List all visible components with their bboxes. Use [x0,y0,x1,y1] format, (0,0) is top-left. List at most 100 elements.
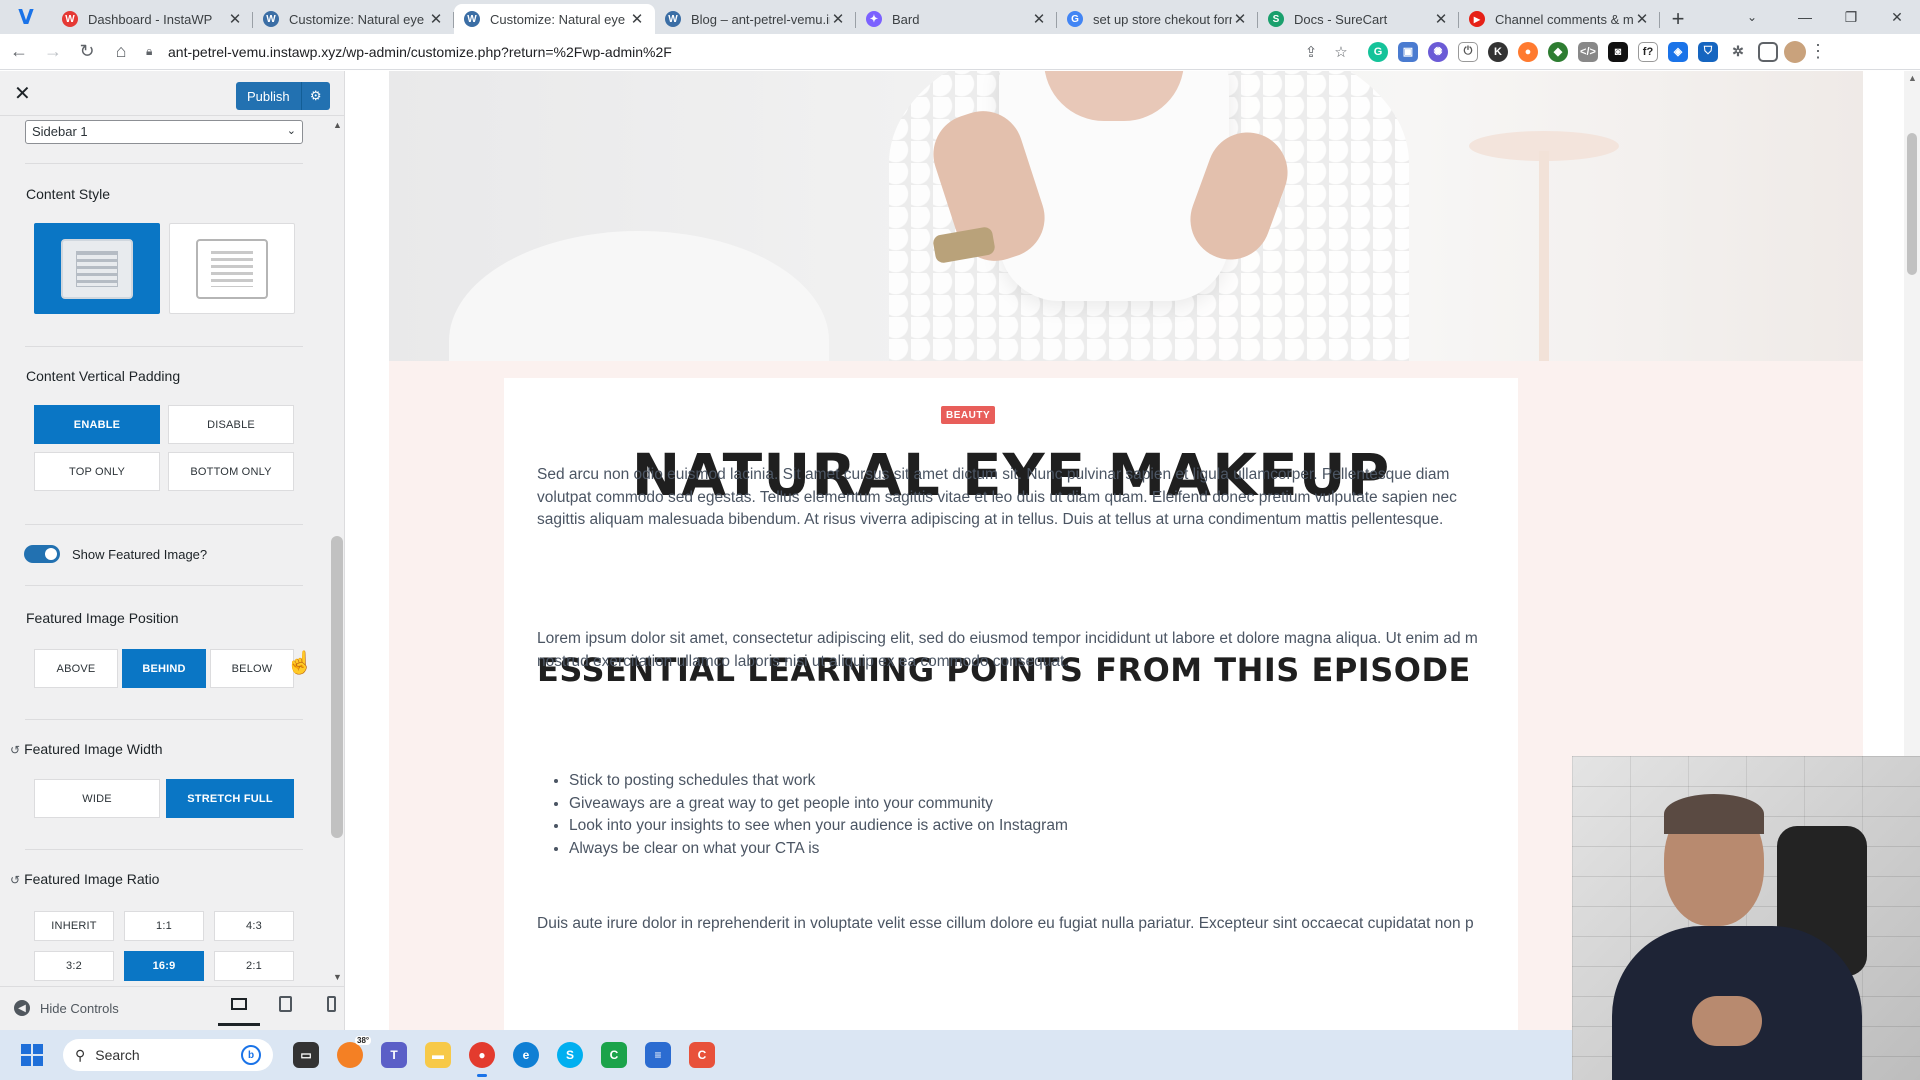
tab-close-icon[interactable]: ✕ [830,10,846,28]
home-icon[interactable]: ⌂ [106,37,136,67]
tab-close-icon[interactable]: ✕ [1031,10,1047,28]
extension-icon[interactable]: ✺ [1428,41,1448,62]
tab-title: Docs - SureCart [1294,11,1388,27]
tab-close-icon[interactable]: ✕ [1433,10,1449,28]
file-explorer-icon[interactable]: ▬ [425,1042,451,1068]
show-featured-image-toggle[interactable] [24,545,60,563]
padding-top-only-button[interactable]: TOP ONLY [34,452,160,491]
browser-tab[interactable]: G set up store chekout form ✕ [1057,4,1258,34]
position-behind-button[interactable]: BEHIND [122,649,206,688]
ratio-3-2-button[interactable]: 3:2 [34,951,114,981]
camtasia-icon[interactable]: C [601,1042,627,1068]
scroll-up-icon[interactable]: ▲ [333,120,342,130]
windows-start-icon[interactable] [21,1044,43,1066]
scroll-down-icon[interactable]: ▼ [333,972,342,982]
ratio-4-3-button[interactable]: 4:3 [214,911,294,941]
tab-close-icon[interactable]: ✕ [428,10,444,28]
url-text[interactable]: ant-petrel-vemu.instawp.xyz/wp-admin/cus… [168,44,1296,60]
extension-icon[interactable]: ● [1518,41,1538,62]
ratio-inherit-button[interactable]: INHERIT [34,911,114,941]
tab-close-icon[interactable]: ✕ [227,10,243,28]
browser-tab[interactable]: W Customize: Natural eye m ✕ [253,4,454,34]
notepad-icon[interactable]: ≡ [645,1042,671,1068]
address-bar[interactable]: 🔒︎ ant-petrel-vemu.instawp.xyz/wp-admin/… [146,37,1356,67]
extension-icon[interactable]: ◙ [1608,41,1628,62]
power-extension-icon[interactable]: ⏻ [1458,41,1478,62]
tab-close-icon[interactable]: ✕ [629,10,645,28]
scrollbar-thumb[interactable] [331,536,343,838]
tablet-preview-icon[interactable] [274,995,296,1021]
tab-close-icon[interactable]: ✕ [1634,10,1650,28]
customizer-scrollbar[interactable]: ▲ ▼ [330,116,344,986]
extension-icon[interactable]: f? [1638,41,1658,62]
extension-icon[interactable]: ◈ [1668,41,1688,62]
scroll-up-icon[interactable]: ▲ [1908,73,1917,83]
divider [25,346,303,347]
content-style-boxed-option[interactable] [34,223,160,314]
forward-icon[interactable]: → [38,37,68,67]
tab-close-icon[interactable]: ✕ [1232,10,1248,28]
collapse-arrow-icon: ◀ [14,1000,30,1016]
browser-tab[interactable]: ✦ Bard ✕ [856,4,1057,34]
share-icon[interactable]: ⇪ [1296,43,1326,61]
ratio-1-1-button[interactable]: 1:1 [124,911,204,941]
position-below-button[interactable]: BELOW [210,649,294,688]
puzzle-extensions-icon[interactable]: ✲ [1728,41,1748,62]
chrome-icon[interactable]: ● [469,1042,495,1077]
tab-search-chevron-icon[interactable]: ⌄ [1734,0,1770,34]
reset-icon[interactable]: ↺ [10,743,20,757]
side-panel-icon[interactable] [1758,41,1778,62]
extension-icon[interactable]: ▣ [1398,41,1418,62]
browser-tab[interactable]: S Docs - SureCart ✕ [1258,4,1459,34]
close-window-icon[interactable]: ✕ [1874,0,1920,34]
padding-bottom-only-button[interactable]: BOTTOM ONLY [168,452,294,491]
extension-icon[interactable]: K [1488,41,1508,62]
ratio-16-9-button[interactable]: 16:9 [124,951,204,981]
category-badge[interactable]: BEAUTY [941,406,996,424]
sidebar-select[interactable]: Sidebar 1 ⌄ [25,120,303,144]
browser-tab[interactable]: W Dashboard - InstaWP ✕ [52,4,253,34]
weather-icon[interactable]: 38° [337,1036,372,1068]
close-customizer-icon[interactable]: ✕ [14,81,31,106]
position-above-button[interactable]: ABOVE [34,649,118,688]
mobile-preview-icon[interactable] [320,995,342,1021]
padding-disable-button[interactable]: DISABLE [168,405,294,444]
extension-icon[interactable]: </> [1578,41,1598,62]
taskbar-search[interactable]: ⚲ Search b [63,1039,273,1071]
browser-tab[interactable]: W Blog – ant-petrel-vemu.in ✕ [655,4,856,34]
ratio-2-1-button[interactable]: 2:1 [214,951,294,981]
browser-tab[interactable]: ▶ Channel comments & me ✕ [1459,4,1660,34]
profile-avatar[interactable] [1784,40,1806,63]
lock-icon[interactable]: 🔒︎ [146,44,168,59]
vivaldi-menu-icon[interactable]: V [0,0,52,34]
tab-title: Bard [892,11,920,27]
restore-icon[interactable]: ❐ [1828,0,1874,34]
padding-enable-button[interactable]: ENABLE [34,405,160,444]
recorder-icon[interactable]: C [689,1042,715,1068]
width-wide-button[interactable]: WIDE [34,779,160,818]
edge-icon[interactable]: e [513,1042,539,1068]
teams-icon[interactable]: T [381,1042,407,1068]
task-view-icon[interactable]: ▭ [293,1042,319,1068]
extension-icon[interactable]: ◆ [1548,41,1568,62]
reload-icon[interactable]: ↻ [72,37,102,67]
minimize-icon[interactable]: — [1782,0,1828,34]
shield-extension-icon[interactable]: ⛉ [1698,41,1718,62]
content-style-unboxed-option[interactable] [169,223,295,314]
bing-icon[interactable]: b [241,1045,261,1065]
reset-icon[interactable]: ↺ [10,873,20,887]
list-item: Look into your insights to see when your… [569,815,1068,838]
publish-settings-gear-icon[interactable]: ⚙ [302,82,330,110]
browser-menu-icon[interactable]: ⋮ [1806,41,1830,62]
hide-controls-button[interactable]: ◀ Hide Controls [14,1000,119,1016]
desktop-preview-icon[interactable] [218,995,260,1026]
browser-tab-active[interactable]: W Customize: Natural eye m ✕ [454,4,655,34]
new-tab-icon[interactable]: + [1660,4,1696,34]
width-stretch-full-button[interactable]: STRETCH FULL [166,779,294,818]
bookmark-star-icon[interactable]: ☆ [1326,43,1356,61]
skype-icon[interactable]: S [557,1042,583,1068]
publish-button[interactable]: Publish [236,82,302,110]
scrollbar-thumb[interactable] [1907,133,1917,275]
back-icon[interactable]: ← [4,37,34,67]
grammarly-extension-icon[interactable]: G [1368,41,1388,62]
